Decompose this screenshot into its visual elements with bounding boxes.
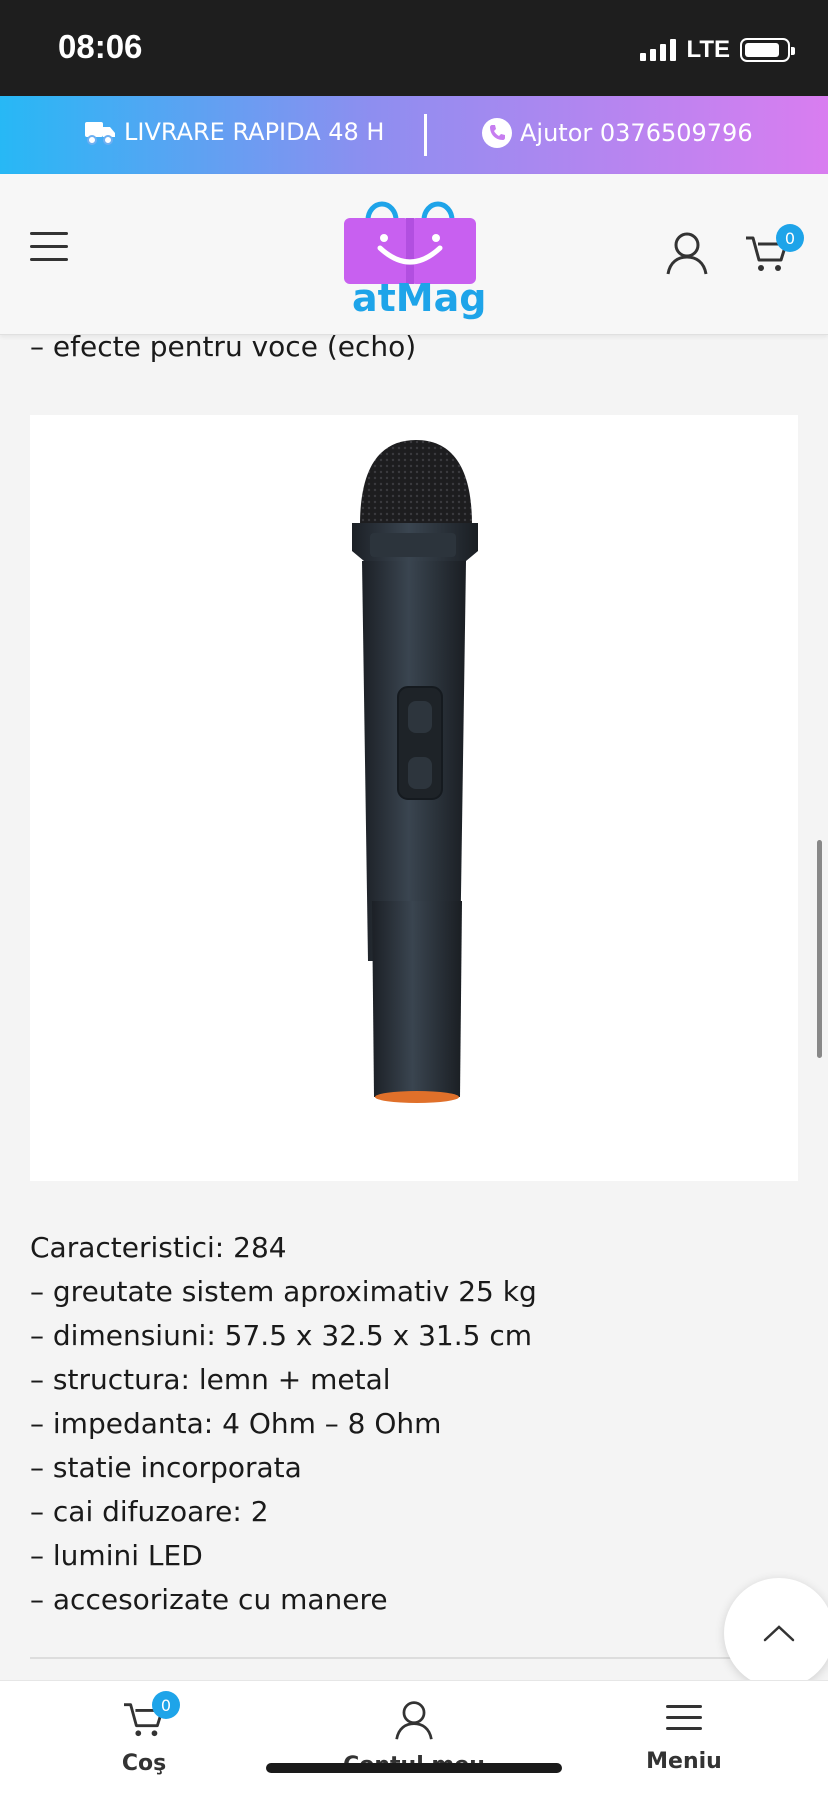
specs-item: – accesorizate cu manere [30,1583,388,1616]
microphone-image [352,440,478,1103]
bottom-navigation: Coş 0 Contul meu Meniu [0,1680,828,1793]
nav-cart[interactable]: Coş [44,1699,244,1776]
battery-icon [740,38,795,62]
specs-list: Caracteristici: 284 – greutate sistem ap… [30,1226,537,1622]
nav-cart-label: Coş [121,1751,167,1776]
product-image [30,415,798,1181]
specs-item: – dimensiuni: 57.5 x 32.5 x 31.5 cm [30,1319,533,1352]
user-icon [395,1701,433,1740]
delivery-text: LIVRARE RAPIDA 48 H [124,118,385,146]
truck-icon [85,122,115,145]
home-indicator [266,1763,562,1773]
specs-item: – lumini LED [30,1539,203,1572]
specs-item: – impedanta: 4 Ohm – 8 Ohm [30,1407,442,1440]
content-divider [30,1657,798,1659]
nav-menu-label: Meniu [646,1749,722,1774]
delivery-info: LIVRARE RAPIDA 48 H [84,118,384,146]
help-text: Ajutor 0376509796 [520,119,753,147]
logo-text: atMag [352,276,487,320]
header-cart-badge: 0 [776,224,804,252]
signal-icon [640,39,677,61]
site-header: atMag 0 [0,174,828,335]
phone-icon [482,118,512,148]
specs-item: – cai difuzoare: 2 [30,1495,269,1528]
nav-cart-badge: 0 [152,1691,180,1719]
network-label: LTE [686,36,730,63]
specs-item: – structura: lemn + metal [30,1363,391,1396]
specs-item: – statie incorporata [30,1451,302,1484]
status-bar: 08:06 LTE [0,0,828,96]
chevron-up-icon [763,1625,795,1642]
scrollbar[interactable] [817,840,822,1058]
description-lead-line: – efecte pentru voce (echo) [30,330,417,363]
help-link[interactable]: Ajutor 0376509796 [482,118,753,148]
nav-menu[interactable]: Meniu [584,1699,784,1774]
user-account-icon[interactable] [664,230,710,276]
status-time: 08:06 [58,28,143,65]
status-indicators: LTE [640,36,795,64]
scroll-to-top-button[interactable] [724,1578,828,1688]
promo-bar: LIVRARE RAPIDA 48 H Ajutor 0376509796 [0,96,828,174]
promo-divider [424,114,427,156]
specs-item: Caracteristici: 284 [30,1231,287,1264]
hamburger-menu-icon[interactable] [30,232,68,264]
specs-item: – greutate sistem aproximativ 25 kg [30,1275,537,1308]
menu-icon [666,1705,702,1730]
